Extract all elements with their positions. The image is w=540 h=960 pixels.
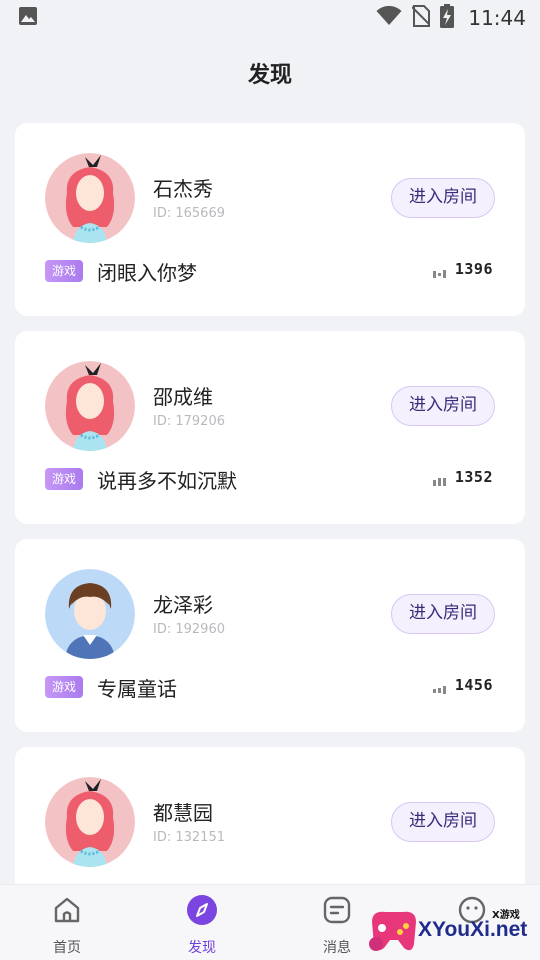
nav-label: 发现 [188,940,216,956]
user-name: 邵成维 [153,385,213,409]
image-icon [18,6,38,30]
hot-count: 1352 [454,468,493,486]
girl-avatar[interactable] [45,777,135,867]
nav-label: 消息 [323,940,351,956]
game-badge: 游戏 [45,468,83,490]
enter-room-button[interactable]: 进入房间 [391,386,495,426]
watermark-logo: X游戏 XYouXi.net [366,902,536,958]
game-badge: 游戏 [45,676,83,698]
enter-room-button[interactable]: 进入房间 [391,178,495,218]
room-card[interactable]: 龙泽彩 ID: 192960 进入房间 游戏 专属童话 1456 [15,539,525,732]
discover-screen: 11:44 发现 石杰秀 ID: 165669 进入房间 游戏 闭眼入你梦 13… [0,0,540,960]
user-id: ID: 179206 [153,414,225,429]
battery-charging-icon [440,4,455,32]
room-title: 专属童话 [97,677,177,701]
watermark-text: XYouXi.net [418,918,528,941]
girl-avatar[interactable] [45,361,135,451]
girl-avatar[interactable] [45,153,135,243]
room-title: 闭眼入你梦 [97,261,197,285]
game-badge: 游戏 [45,260,83,282]
enter-room-button[interactable]: 进入房间 [391,594,495,634]
compass-icon [187,895,217,925]
enter-room-button[interactable]: 进入房间 [391,802,495,842]
hot-count: 1396 [454,260,493,278]
user-name: 龙泽彩 [153,593,213,617]
hot-count: 1456 [454,676,493,694]
nav-item-discover[interactable]: 发现 [162,885,242,960]
signal-bars-icon [433,472,447,491]
nav-item-home[interactable]: 首页 [27,885,107,960]
status-bar: 11:44 [0,0,540,36]
room-title: 说再多不如沉默 [97,469,237,493]
boy-avatar[interactable] [45,569,135,659]
signal-bars-icon [433,264,447,283]
signal-bars-icon [433,680,447,699]
user-id: ID: 132151 [153,830,225,845]
message-icon [322,895,352,925]
home-icon [52,895,82,925]
user-id: ID: 192960 [153,622,225,637]
user-name: 石杰秀 [153,177,213,201]
user-id: ID: 165669 [153,206,225,221]
page-title: 发现 [247,63,292,88]
room-card[interactable]: 石杰秀 ID: 165669 进入房间 游戏 闭眼入你梦 1396 [15,123,525,316]
no-sim-icon [411,5,432,31]
user-name: 都慧园 [153,801,213,825]
gamepad-logo-icon [369,911,416,951]
status-time: 11:44 [468,6,526,30]
nav-item-messages[interactable]: 消息 [297,885,377,960]
room-card[interactable]: 邵成维 ID: 179206 进入房间 游戏 说再多不如沉默 1352 [15,331,525,524]
wifi-icon [376,5,402,30]
nav-label: 首页 [53,940,81,956]
